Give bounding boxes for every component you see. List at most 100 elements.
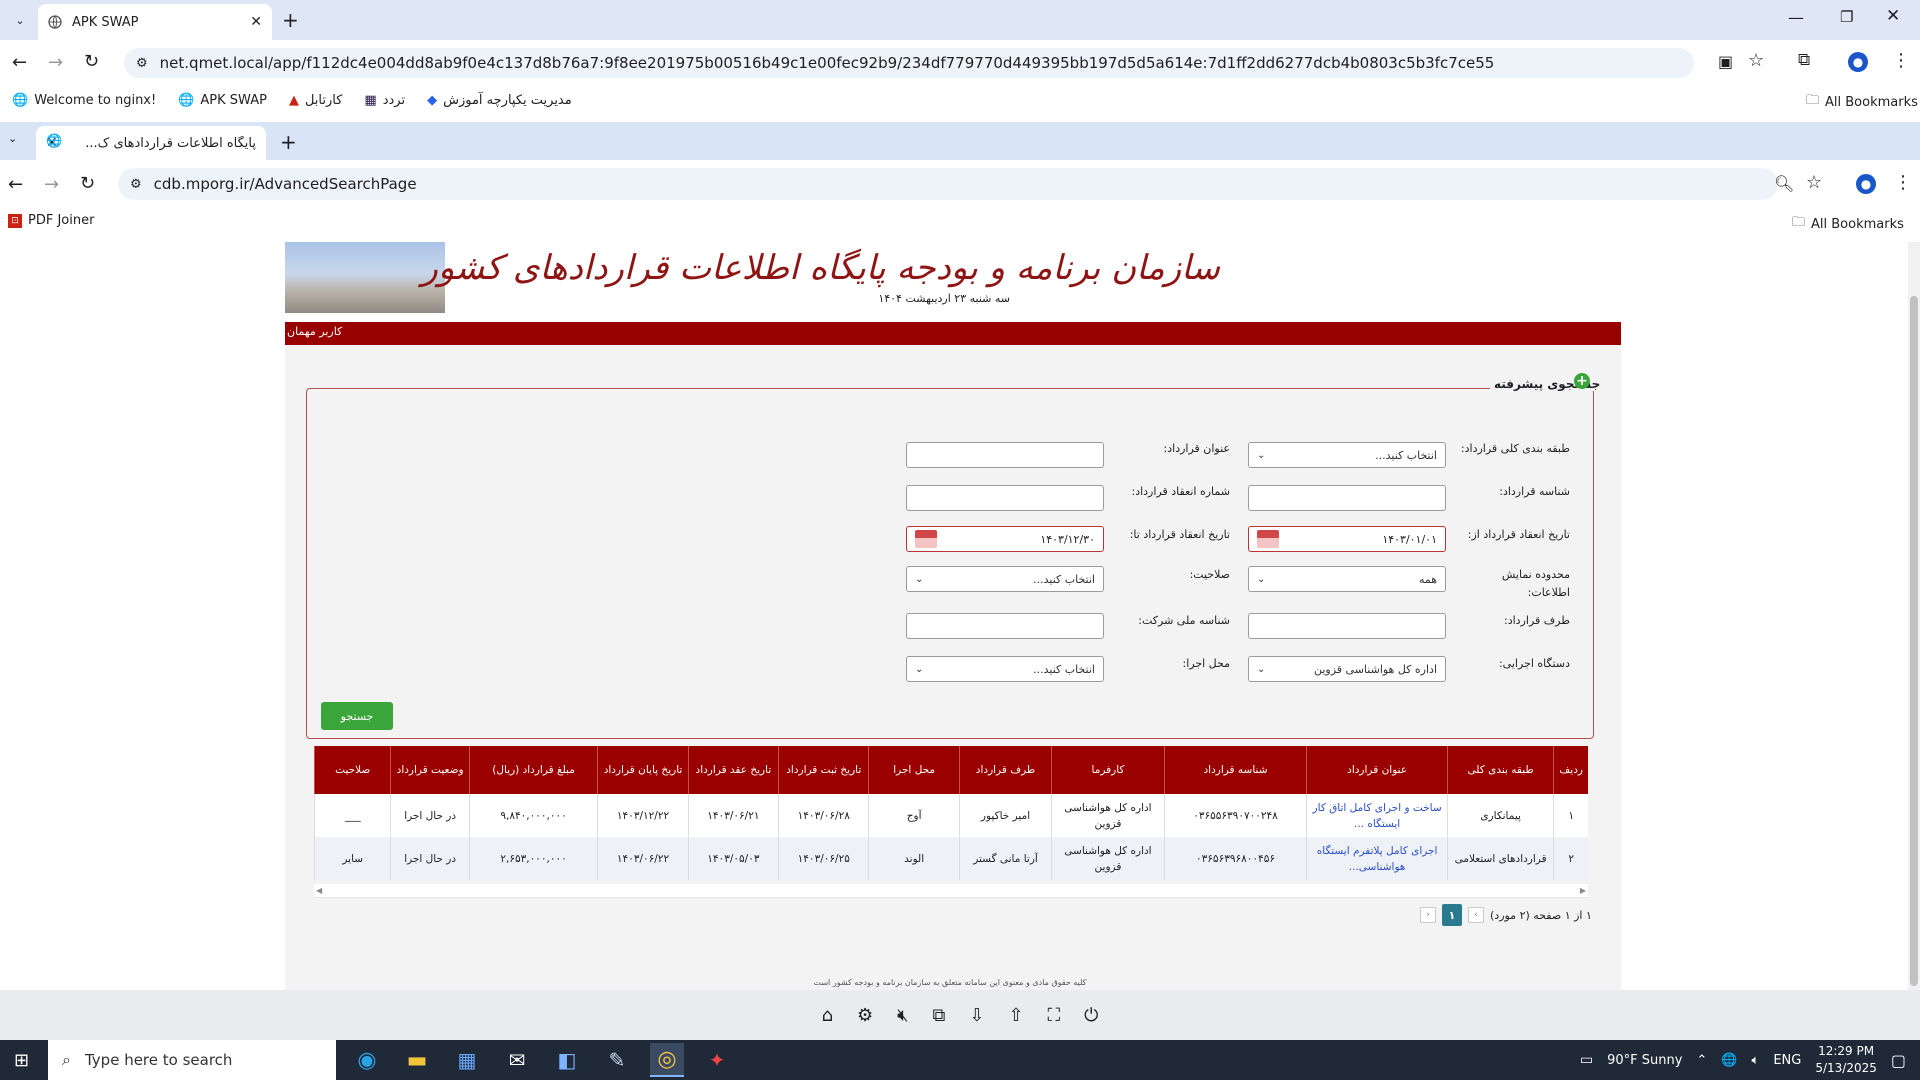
scope-select[interactable]: همه ⌄ bbox=[1248, 566, 1446, 592]
menu-kebab-icon[interactable]: ⋮ bbox=[1894, 172, 1912, 193]
next-page-icon[interactable]: › bbox=[1468, 907, 1484, 923]
site-info-icon[interactable]: ⚙ bbox=[130, 177, 142, 192]
expand-plus-icon[interactable]: + bbox=[1574, 373, 1590, 389]
outer-address-bar[interactable]: ⚙ net.qmet.local/app/f112dc4e004dd8ab9f0… bbox=[124, 48, 1694, 78]
qualification-select[interactable]: انتخاب کنید... ⌄ bbox=[906, 566, 1104, 592]
paint-icon[interactable]: ✎ bbox=[600, 1043, 634, 1077]
profile-avatar-icon[interactable]: ● bbox=[1856, 174, 1876, 194]
bookmark-apk-swap[interactable]: 🌐 APK SWAP bbox=[178, 93, 267, 108]
network-icon[interactable]: 🌐 bbox=[1721, 1053, 1737, 1068]
windows-start-icon[interactable]: ⊞ bbox=[14, 1050, 29, 1071]
back-arrow-icon[interactable]: ← bbox=[12, 52, 27, 73]
col-header[interactable]: کارفرما bbox=[1051, 746, 1165, 794]
extensions-icon[interactable]: ⧉ bbox=[1798, 50, 1810, 70]
clock[interactable]: 12:29 PM 5/13/2025 bbox=[1815, 1043, 1877, 1077]
date-to-input[interactable]: ۱۴۰۳/۱۲/۳۰ bbox=[906, 526, 1104, 552]
remote-app-icon[interactable]: ✦ bbox=[700, 1043, 734, 1077]
download-icon[interactable]: ⇩ bbox=[969, 1005, 984, 1026]
location-select[interactable]: انتخاب کنید... ⌄ bbox=[906, 656, 1104, 682]
col-header[interactable]: ردیف bbox=[1553, 746, 1588, 794]
scroll-right-icon[interactable]: ▶ bbox=[1580, 886, 1586, 895]
page-current[interactable]: ۱ bbox=[1442, 904, 1462, 926]
tab-search-chevron-icon[interactable]: ⌄ bbox=[8, 132, 17, 145]
weather-text[interactable]: 90°F Sunny bbox=[1607, 1053, 1682, 1068]
menu-kebab-icon[interactable]: ⋮ bbox=[1892, 50, 1910, 71]
col-header[interactable]: مبلغ قرارداد (ریال) bbox=[468, 746, 598, 794]
bookmark-taradod[interactable]: ▦ تردد bbox=[364, 93, 405, 108]
copy-icon[interactable]: ⧉ bbox=[933, 1005, 946, 1026]
window-close-icon[interactable]: ✕ bbox=[1886, 6, 1900, 26]
company-id-input[interactable] bbox=[906, 613, 1104, 639]
volume-icon[interactable]: 🔈︎ bbox=[1752, 1053, 1760, 1068]
zoom-search-icon[interactable]: 🔍︎ bbox=[1774, 174, 1794, 193]
inner-all-bookmarks[interactable]: 🗀 All Bookmarks bbox=[1792, 213, 1904, 235]
outer-tab-apk-swap[interactable]: APK SWAP ✕ bbox=[38, 4, 272, 40]
category-select[interactable]: انتخاب کنید... ⌄ bbox=[1248, 442, 1446, 468]
bookmark-nginx[interactable]: 🌐 Welcome to nginx! bbox=[12, 93, 156, 108]
forward-arrow-icon[interactable]: → bbox=[44, 174, 59, 195]
store-icon[interactable]: ▦ bbox=[450, 1043, 484, 1077]
inner-tab-contracts[interactable]: پایگاه اطلاعات قراردادهای ک... ✕ bbox=[36, 126, 266, 160]
date-from-input[interactable]: ۱۴۰۳/۰۱/۰۱ bbox=[1248, 526, 1446, 552]
site-info-icon[interactable]: ⚙ bbox=[136, 56, 148, 71]
new-tab-plus-icon[interactable]: + bbox=[280, 130, 297, 154]
clipboard-icon[interactable]: ▣ bbox=[1718, 52, 1733, 71]
taskbar-search[interactable]: ⌕ Type here to search bbox=[48, 1040, 336, 1080]
home-icon[interactable]: ⌂ bbox=[822, 1005, 833, 1026]
search-button[interactable]: جستجو bbox=[321, 702, 393, 730]
bookmark-kartabl[interactable]: ▲ کارتابل bbox=[289, 93, 342, 108]
minimize-icon[interactable]: — bbox=[1788, 8, 1804, 27]
calendar-icon[interactable] bbox=[915, 530, 937, 548]
col-header[interactable]: عنوان قرارداد bbox=[1306, 746, 1448, 794]
contract-title-link[interactable]: اجرای کامل پلاتفرم ایستگاه هواشناسی... bbox=[1306, 837, 1448, 880]
new-tab-plus-icon[interactable]: + bbox=[282, 8, 299, 32]
bookmark-star-icon[interactable]: ☆ bbox=[1748, 50, 1764, 71]
power-icon[interactable]: ⏻ bbox=[1084, 1005, 1098, 1026]
upload-icon[interactable]: ⇧ bbox=[1008, 1005, 1023, 1026]
col-header[interactable]: صلاحیت bbox=[313, 746, 391, 794]
scrollbar-thumb[interactable] bbox=[1910, 296, 1918, 986]
file-explorer-icon[interactable]: ▬ bbox=[400, 1043, 434, 1077]
chevron-up-icon[interactable]: ⌃ bbox=[1696, 1053, 1707, 1068]
col-header[interactable]: تاریخ ثبت قرارداد bbox=[778, 746, 869, 794]
agency-select[interactable]: اداره کل هواشناسی قزوین ⌄ bbox=[1248, 656, 1446, 682]
tab-search-chevron-icon[interactable]: ⌄ bbox=[10, 10, 30, 30]
gear-icon[interactable]: ⚙ bbox=[857, 1005, 873, 1026]
col-header[interactable]: شناسه قرارداد bbox=[1163, 746, 1307, 794]
outer-all-bookmarks[interactable]: 🗀 All Bookmarks bbox=[1806, 91, 1918, 113]
col-header[interactable]: طبقه بندی کلی bbox=[1446, 746, 1554, 794]
close-icon[interactable]: ✕ bbox=[250, 14, 262, 30]
party-input[interactable] bbox=[1248, 613, 1446, 639]
col-header[interactable]: وضعیت قرارداد bbox=[390, 746, 470, 794]
chrome-icon[interactable]: ◎ bbox=[650, 1043, 684, 1077]
speaker-mute-icon[interactable]: 🔇︎ bbox=[897, 1005, 908, 1026]
mail-icon[interactable]: ✉ bbox=[500, 1043, 534, 1077]
restore-icon[interactable]: ❐ bbox=[1840, 8, 1853, 26]
weather-icon[interactable]: ▭ bbox=[1580, 1052, 1593, 1068]
title-input[interactable] bbox=[906, 442, 1104, 468]
table-horizontal-scrollbar[interactable]: ◀ ▶ bbox=[314, 884, 1588, 898]
reload-icon[interactable]: ↻ bbox=[80, 173, 95, 194]
prev-page-icon[interactable]: ‹ bbox=[1420, 907, 1436, 923]
bookmark-pdf-joiner[interactable]: ⊡ PDF Joiner bbox=[8, 213, 94, 228]
calendar-icon[interactable] bbox=[1257, 530, 1279, 548]
contract-number-input[interactable] bbox=[906, 485, 1104, 511]
contract-id-input[interactable] bbox=[1248, 485, 1446, 511]
language-indicator[interactable]: ENG bbox=[1773, 1053, 1801, 1068]
col-header[interactable]: تاریخ عقد قرارداد bbox=[687, 746, 779, 794]
reload-icon[interactable]: ↻ bbox=[84, 51, 99, 72]
fullscreen-icon[interactable]: ⛶ bbox=[1048, 1005, 1061, 1026]
app-icon[interactable]: ◧ bbox=[550, 1043, 584, 1077]
notifications-icon[interactable]: ▢ bbox=[1891, 1051, 1906, 1070]
back-arrow-icon[interactable]: ← bbox=[8, 174, 23, 195]
forward-arrow-icon[interactable]: → bbox=[48, 52, 63, 73]
scroll-left-icon[interactable]: ◀ bbox=[316, 886, 322, 895]
inner-address-bar[interactable]: ⚙ cdb.mporg.ir/AdvancedSearchPage bbox=[118, 168, 1778, 200]
profile-avatar-icon[interactable]: ● bbox=[1848, 52, 1868, 72]
col-header[interactable]: تاریخ پایان قرارداد bbox=[597, 746, 689, 794]
col-header[interactable]: محل اجرا bbox=[868, 746, 960, 794]
edge-icon[interactable]: ◉ bbox=[350, 1043, 384, 1077]
col-header[interactable]: طرف قرارداد bbox=[958, 746, 1052, 794]
bookmark-amoozesh[interactable]: ◆ مدیریت یکپارچه آموزش bbox=[427, 93, 572, 108]
bookmark-star-icon[interactable]: ☆ bbox=[1806, 172, 1822, 193]
